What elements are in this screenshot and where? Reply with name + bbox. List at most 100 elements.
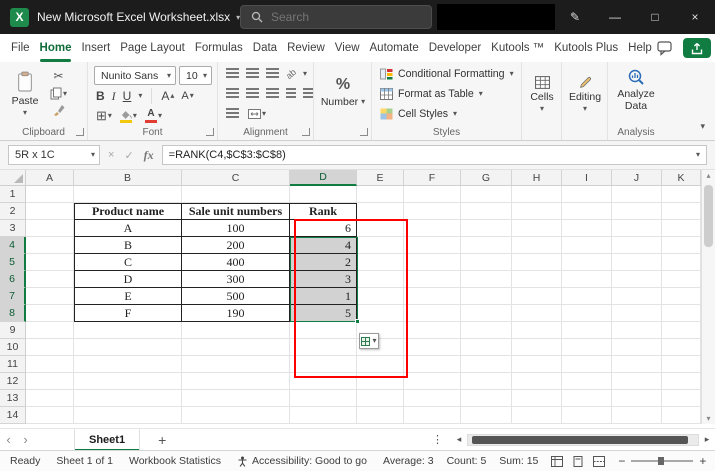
- cell-G8[interactable]: [461, 305, 512, 322]
- cell-C10[interactable]: [182, 339, 290, 356]
- cell-J1[interactable]: [612, 186, 662, 203]
- cell-C13[interactable]: [182, 390, 290, 407]
- cell-C4[interactable]: 200: [182, 237, 290, 254]
- cell-B10[interactable]: [74, 339, 182, 356]
- cell-A8[interactable]: [26, 305, 74, 322]
- status-average[interactable]: Average: 3: [383, 455, 434, 467]
- comment-icon[interactable]: [657, 40, 673, 56]
- cell-I4[interactable]: [562, 237, 612, 254]
- cell-E1[interactable]: [357, 186, 404, 203]
- cell-I9[interactable]: [562, 322, 612, 339]
- search-box[interactable]: [240, 5, 432, 29]
- row-header-10[interactable]: 10: [0, 339, 26, 356]
- borders-button[interactable]: ⊞ ▾: [96, 108, 112, 124]
- row-header-8[interactable]: 8: [0, 305, 26, 322]
- cell-E11[interactable]: [357, 356, 404, 373]
- cell-C9[interactable]: [182, 322, 290, 339]
- cell-E5[interactable]: [357, 254, 404, 271]
- cell-G7[interactable]: [461, 288, 512, 305]
- cell-K2[interactable]: [662, 203, 701, 220]
- format-painter-button[interactable]: [50, 104, 67, 116]
- font-size-select[interactable]: 10 ▾: [179, 66, 212, 85]
- cell-D12[interactable]: [290, 373, 357, 390]
- cell-E7[interactable]: [357, 288, 404, 305]
- cell-H6[interactable]: [512, 271, 562, 288]
- ribbon-collapse-chevron-icon[interactable]: ▾: [700, 121, 705, 132]
- cell-H8[interactable]: [512, 305, 562, 322]
- ink-pen-icon[interactable]: ✎: [555, 0, 595, 34]
- cell-H9[interactable]: [512, 322, 562, 339]
- analyze-data-button[interactable]: Analyze Data: [610, 66, 662, 114]
- tab-developer[interactable]: Developer: [424, 34, 486, 62]
- cell-J9[interactable]: [612, 322, 662, 339]
- accessibility-status[interactable]: Accessibility: Good to go: [237, 455, 367, 467]
- tab-view[interactable]: View: [330, 34, 365, 62]
- cell-H3[interactable]: [512, 220, 562, 237]
- insert-function-icon[interactable]: fx: [144, 148, 154, 163]
- tab-automate[interactable]: Automate: [365, 34, 424, 62]
- minimize-button[interactable]: —: [595, 0, 635, 34]
- cell-K12[interactable]: [662, 373, 701, 390]
- cell-H4[interactable]: [512, 237, 562, 254]
- cell-C1[interactable]: [182, 186, 290, 203]
- col-header-E[interactable]: E: [357, 170, 404, 186]
- underline-chevron-icon[interactable]: ▾: [138, 92, 142, 100]
- cell-A7[interactable]: [26, 288, 74, 305]
- horizontal-scrollbar[interactable]: ◂ ▸: [453, 433, 713, 447]
- cell-D2[interactable]: Rank: [290, 203, 357, 220]
- cell-A13[interactable]: [26, 390, 74, 407]
- cell-I14[interactable]: [562, 407, 612, 424]
- align-left-icon[interactable]: [226, 88, 239, 99]
- cell-A12[interactable]: [26, 373, 74, 390]
- cell-E12[interactable]: [357, 373, 404, 390]
- cell-F5[interactable]: [404, 254, 461, 271]
- cell-H13[interactable]: [512, 390, 562, 407]
- cell-C8[interactable]: 190: [182, 305, 290, 322]
- cell-I6[interactable]: [562, 271, 612, 288]
- cell-J5[interactable]: [612, 254, 662, 271]
- cell-K10[interactable]: [662, 339, 701, 356]
- col-header-D[interactable]: D: [290, 170, 357, 186]
- cell-E2[interactable]: [357, 203, 404, 220]
- zoom-slider-thumb[interactable]: [658, 457, 665, 465]
- cell-H2[interactable]: [512, 203, 562, 220]
- scroll-left-icon[interactable]: ◂: [453, 434, 465, 445]
- cell-I8[interactable]: [562, 305, 612, 322]
- cell-A2[interactable]: [26, 203, 74, 220]
- vertical-scrollbar[interactable]: ▴ ▾: [701, 170, 715, 424]
- row-header-2[interactable]: 2: [0, 203, 26, 220]
- tab-data[interactable]: Data: [248, 34, 282, 62]
- cell-J6[interactable]: [612, 271, 662, 288]
- horizontal-scroll-thumb[interactable]: [472, 435, 688, 444]
- cell-J3[interactable]: [612, 220, 662, 237]
- font-name-select[interactable]: Nunito Sans ▾: [94, 66, 176, 85]
- cell-I1[interactable]: [562, 186, 612, 203]
- cell-F7[interactable]: [404, 288, 461, 305]
- cell-I2[interactable]: [562, 203, 612, 220]
- cell-E8[interactable]: [357, 305, 404, 322]
- cell-B8[interactable]: F: [74, 305, 182, 322]
- cell-G12[interactable]: [461, 373, 512, 390]
- italic-button[interactable]: I: [112, 89, 116, 104]
- cell-J12[interactable]: [612, 373, 662, 390]
- cell-A6[interactable]: [26, 271, 74, 288]
- cell-H14[interactable]: [512, 407, 562, 424]
- page-break-view-icon[interactable]: [593, 455, 606, 467]
- cell-I5[interactable]: [562, 254, 612, 271]
- cell-G13[interactable]: [461, 390, 512, 407]
- cell-D4[interactable]: 4: [290, 237, 357, 254]
- row-header-4[interactable]: 4: [0, 237, 26, 254]
- tab-file[interactable]: File: [6, 34, 35, 62]
- cell-G4[interactable]: [461, 237, 512, 254]
- cell-K4[interactable]: [662, 237, 701, 254]
- cell-A3[interactable]: [26, 220, 74, 237]
- font-color-button[interactable]: A ▾: [144, 109, 162, 123]
- row-header-5[interactable]: 5: [0, 254, 26, 271]
- cell-F13[interactable]: [404, 390, 461, 407]
- cell-G14[interactable]: [461, 407, 512, 424]
- cell-D8[interactable]: 5: [290, 305, 357, 322]
- cell-D3[interactable]: 6: [290, 220, 357, 237]
- tab-home[interactable]: Home: [35, 34, 77, 62]
- cell-B4[interactable]: B: [74, 237, 182, 254]
- cell-A4[interactable]: [26, 237, 74, 254]
